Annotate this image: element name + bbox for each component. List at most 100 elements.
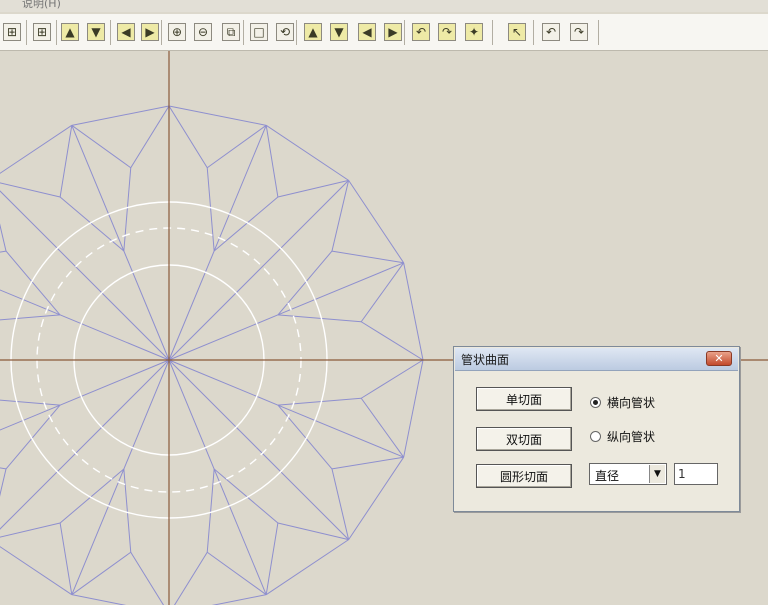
toolbar-separator [533, 20, 534, 45]
grid-view-alt-icon[interactable]: ⊞ [33, 23, 51, 41]
select-pointer-icon[interactable]: ↖ [508, 23, 526, 41]
radio-vertical-label: 纵向管状 [607, 429, 656, 444]
wireframe-edge [0, 522, 61, 538]
arrow-down-icon[interactable]: ▼ [87, 23, 105, 41]
wireframe-edge [331, 180, 350, 252]
rectangle-icon[interactable]: □ [250, 23, 268, 41]
double-section-button[interactable]: 双切面 [476, 427, 572, 451]
tilt-down-icon[interactable]: ▼ [330, 23, 348, 41]
rotate-view-icon[interactable]: ⟲ [276, 23, 294, 41]
zoom-in-icon[interactable]: ⊕ [168, 23, 186, 41]
wireframe-edge [213, 468, 279, 524]
wireframe-edge [403, 359, 424, 458]
zoom-out-icon[interactable]: ⊖ [194, 23, 212, 41]
tube-surface-dialog: 管状曲面 ✕ 单切面 双切面 圆形切面 横向管状 纵向管状 直径 ▼ [453, 346, 740, 512]
tilt-up-icon[interactable]: ▲ [304, 23, 322, 41]
arrow-up-icon[interactable]: ▲ [61, 23, 79, 41]
dialog-title: 管状曲面 [461, 353, 510, 367]
wireframe-edge [123, 167, 132, 252]
gem-wireframe [0, 51, 768, 605]
radio-horizontal-indicator[interactable] [590, 396, 601, 408]
wireframe-edge [168, 105, 267, 126]
toolbar-separator [110, 20, 111, 45]
wireframe-edge [0, 467, 7, 470]
toolbar-separator [404, 20, 405, 45]
wireframe-edge [0, 182, 61, 198]
wireframe-edge [0, 468, 7, 497]
wireframe-edge [403, 262, 424, 361]
wireframe-edge [265, 124, 349, 181]
menu-help[interactable]: 说明(H) [22, 0, 61, 11]
wireframe-edge [5, 250, 61, 316]
wireframe-edge [71, 594, 127, 605]
wireframe-edge [168, 105, 208, 169]
menu-bar: 说明(H) [0, 0, 768, 12]
wireframe-edge [0, 359, 170, 530]
drawing-canvas[interactable] [0, 51, 768, 605]
undo-icon[interactable]: ↶ [542, 23, 560, 41]
close-button[interactable]: ✕ [706, 351, 732, 366]
size-input[interactable] [674, 463, 718, 485]
wireframe-edge [213, 196, 279, 252]
render-icon[interactable]: ✦ [465, 23, 483, 41]
wireframe-edge [331, 468, 350, 540]
wireframe-edge [277, 404, 333, 470]
toolbar-separator [492, 20, 493, 45]
rotate-left-icon[interactable]: ↶ [412, 23, 430, 41]
wireframe-edge [0, 250, 7, 253]
wireframe-edge [168, 359, 349, 540]
redo-icon[interactable]: ↷ [570, 23, 588, 41]
toolbar-separator [296, 20, 297, 45]
wireframe-edge [206, 468, 215, 553]
wireframe-edge [0, 190, 170, 361]
pan-left-icon[interactable]: ◀ [358, 23, 376, 41]
wireframe-edge [0, 546, 73, 596]
wireframe-edge [331, 456, 404, 470]
pan-right-icon[interactable]: ▶ [384, 23, 402, 41]
wireframe-edge [206, 167, 215, 252]
wireframe-edge [71, 105, 170, 126]
toolbar: ⊞ ⊞ ▲ ▼ ◀ ▶ ⊕ ⊖ ⧉ □ ⟲ ▲ ▼ ◀ ▶ ↶ ↷ ✦ ↖ ↶ ↷ [0, 14, 768, 51]
wireframe-edge [360, 321, 424, 361]
wireframe-edge [168, 180, 349, 361]
zoom-window-icon[interactable]: ⧉ [222, 23, 240, 41]
wireframe-edge [123, 468, 132, 553]
wireframe-edge [0, 314, 61, 321]
toolbar-separator [26, 20, 27, 45]
wireframe-edge [360, 359, 424, 399]
rotate-right-icon[interactable]: ↷ [438, 23, 456, 41]
wireframe-edge [0, 399, 61, 406]
grid-view-icon[interactable]: ⊞ [3, 23, 21, 41]
circular-section-button[interactable]: 圆形切面 [476, 464, 572, 488]
measure-dropdown[interactable]: 直径 ▼ [589, 463, 667, 485]
chevron-down-icon[interactable]: ▼ [649, 465, 665, 483]
wireframe-edge [277, 179, 349, 198]
radio-horizontal-label: 横向管状 [607, 395, 656, 410]
single-section-button[interactable]: 单切面 [476, 387, 572, 411]
wireframe-edge [331, 250, 404, 264]
wireframe-edge [130, 551, 165, 605]
wireframe-edge [0, 223, 7, 252]
toolbar-separator [56, 20, 57, 45]
wireframe-edge [5, 404, 61, 470]
wireframe-edge [0, 124, 73, 174]
wireframe-edge [173, 551, 208, 605]
wireframe-edge [0, 289, 61, 316]
measure-dropdown-value: 直径 [595, 469, 620, 483]
wireframe-edge [277, 250, 333, 316]
toolbar-separator [161, 20, 162, 45]
radio-horizontal-tube[interactable]: 横向管状 [590, 394, 655, 410]
arrow-right-icon[interactable]: ▶ [141, 23, 159, 41]
wireframe-edge [59, 196, 125, 252]
toolbar-separator [243, 20, 244, 45]
toolbar-separator [598, 20, 599, 45]
radio-vertical-tube[interactable]: 纵向管状 [590, 428, 655, 444]
wireframe-edge [277, 522, 349, 541]
wireframe-edge [59, 125, 73, 198]
wireframe-edge [265, 539, 349, 596]
dialog-titlebar[interactable]: 管状曲面 ✕ [455, 348, 738, 371]
wireframe-edge [265, 522, 279, 595]
radio-vertical-indicator[interactable] [590, 430, 601, 442]
arrow-left-icon[interactable]: ◀ [117, 23, 135, 41]
wireframe-edge [348, 456, 405, 540]
